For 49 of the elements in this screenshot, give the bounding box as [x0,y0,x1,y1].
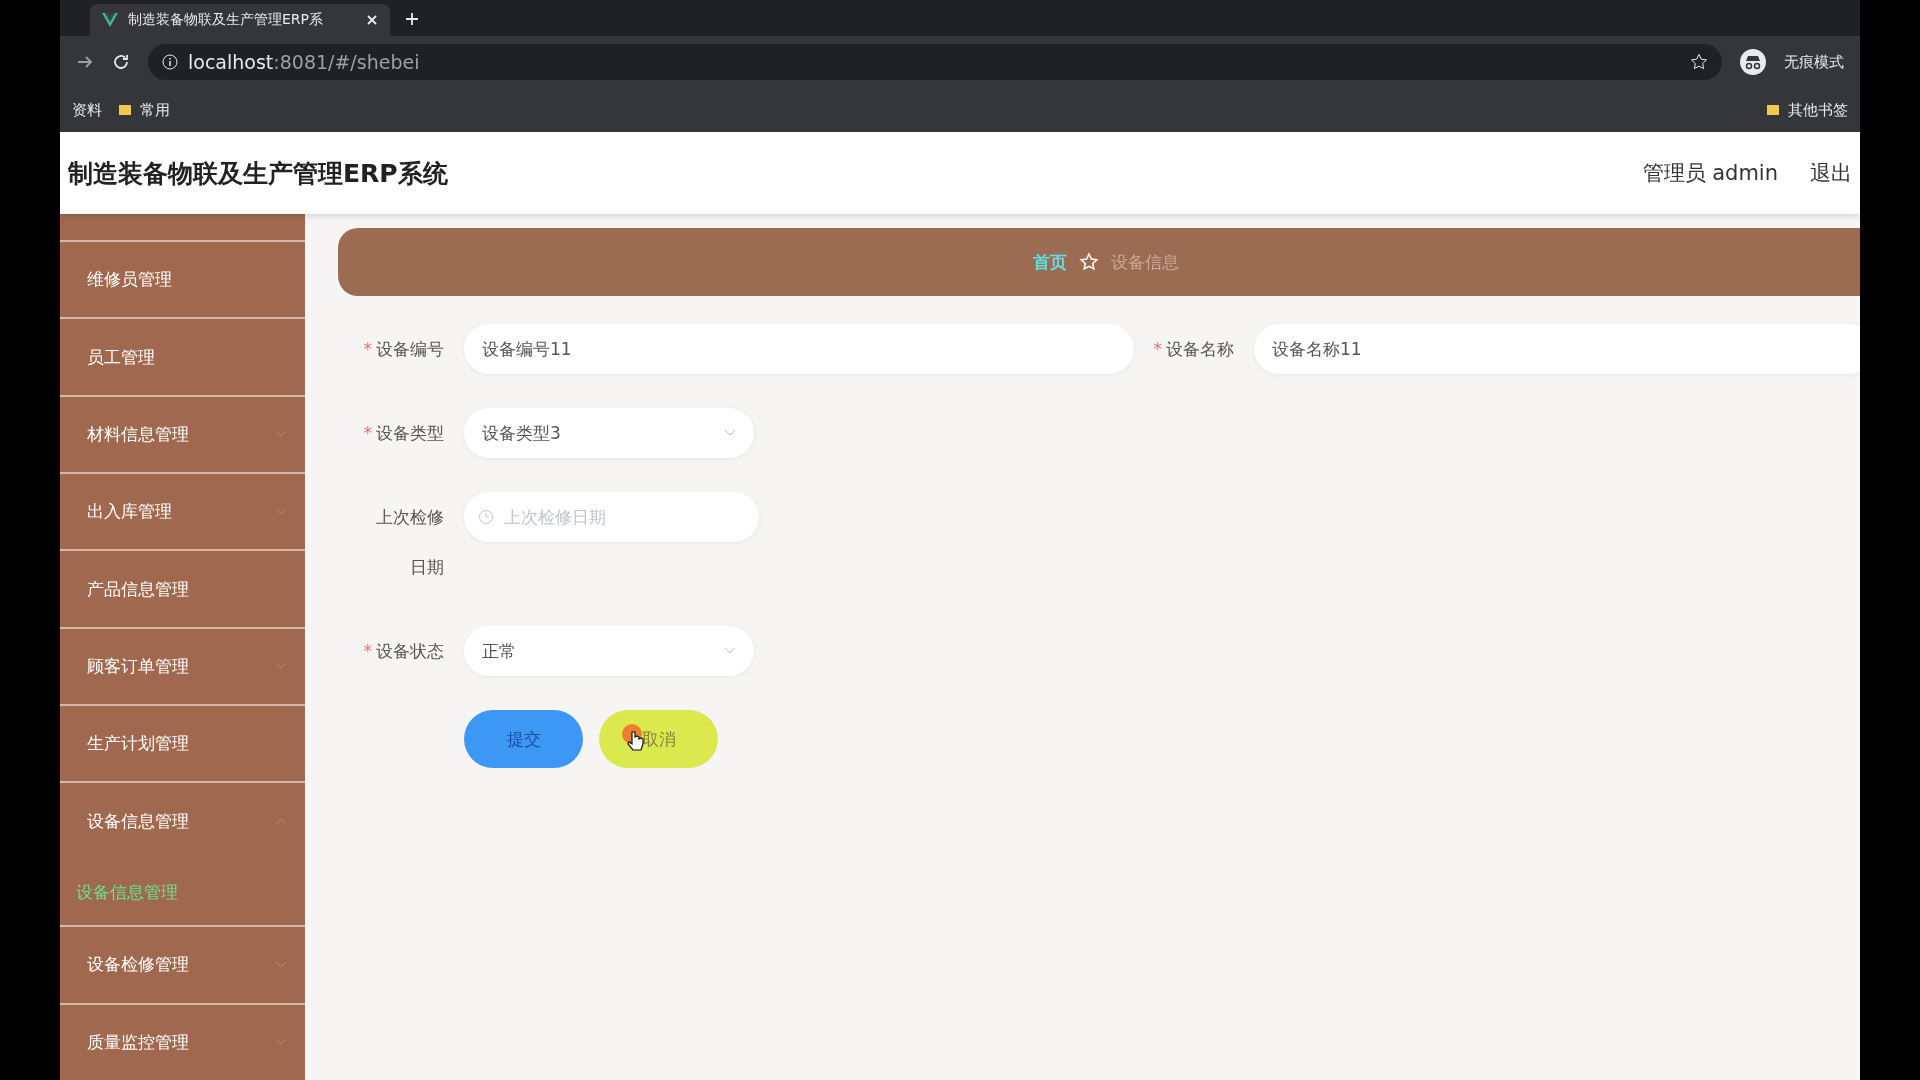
select-field[interactable]: 正常 [464,626,754,676]
bookmark[interactable]: 常用 [118,100,170,120]
info-icon [162,54,178,70]
app-title: 制造装备物联及生产管理ERP系统 [68,157,449,190]
field-label: * 设备名称 [1152,338,1234,361]
breadcrumb-item[interactable]: 首页 [1033,250,1067,274]
cancel-button[interactable]: 取消 [599,710,718,768]
folder-icon [1766,103,1780,117]
field-label: * 设备状态 [362,640,444,663]
sidebar-item[interactable]: 生产计划管理 [60,704,305,782]
input-field[interactable]: 设备编号11 [464,324,1134,374]
user-label: 管理员 admin [1642,160,1778,187]
sidebar-item[interactable]: 员工管理 [60,317,305,395]
sidebar-item[interactable]: 维修员管理 [60,240,305,318]
breadcrumb-item: 设备信息 [1111,250,1179,274]
input-field[interactable]: 设备名称11 [1254,324,1860,374]
bookmark-star-icon[interactable] [1690,53,1708,71]
date-input[interactable]: 上次检修日期 [502,506,745,528]
field-label: * 设备编号 [362,338,444,361]
clock-icon [478,509,494,525]
sidebar-item[interactable]: 材料信息管理 [60,394,305,473]
profile-label: 无痕模式 [1784,52,1844,72]
field-label: 上次检修日期 [375,506,444,579]
reload-icon[interactable] [112,53,130,71]
vue-logo-icon [102,13,118,27]
address-bar[interactable]: localhost:8081/#/shebei [148,44,1722,80]
field-label: * 设备类型 [362,422,444,445]
sidebar-item[interactable]: 出入库管理 [60,472,305,550]
star-icon [1079,252,1099,272]
sidebar-item[interactable]: 顾客订单管理 [60,626,305,705]
submenu-item[interactable]: 设备信息管理 [60,858,305,926]
date-picker[interactable]: 上次检修日期 [464,492,759,542]
logout-link[interactable]: 退出 [1810,159,1852,187]
bookmark[interactable]: 资料 [72,100,102,120]
select-field[interactable]: 设备类型3 [464,408,754,458]
url-text: localhost:8081/#/shebei [188,51,421,73]
sidebar-item[interactable]: 设备检修管理 [60,925,305,1003]
chevron-down-icon [724,647,736,655]
sidebar-item[interactable]: 产品信息管理 [60,549,305,627]
submit-button[interactable]: 提交 [464,710,583,768]
close-icon[interactable] [366,14,378,26]
sidebar-item[interactable]: 设备信息管理 [60,781,305,859]
sidebar-item[interactable]: 质量监控管理 [60,1002,305,1080]
new-tab-icon[interactable] [404,11,420,27]
incognito-icon [1740,49,1766,75]
chevron-down-icon [724,429,736,437]
bookmark-folder[interactable]: 其他书签 [1766,100,1848,120]
browser-tab[interactable]: 制造装备物联及生产管理ERP系 [90,4,390,36]
folder-icon [118,103,132,117]
